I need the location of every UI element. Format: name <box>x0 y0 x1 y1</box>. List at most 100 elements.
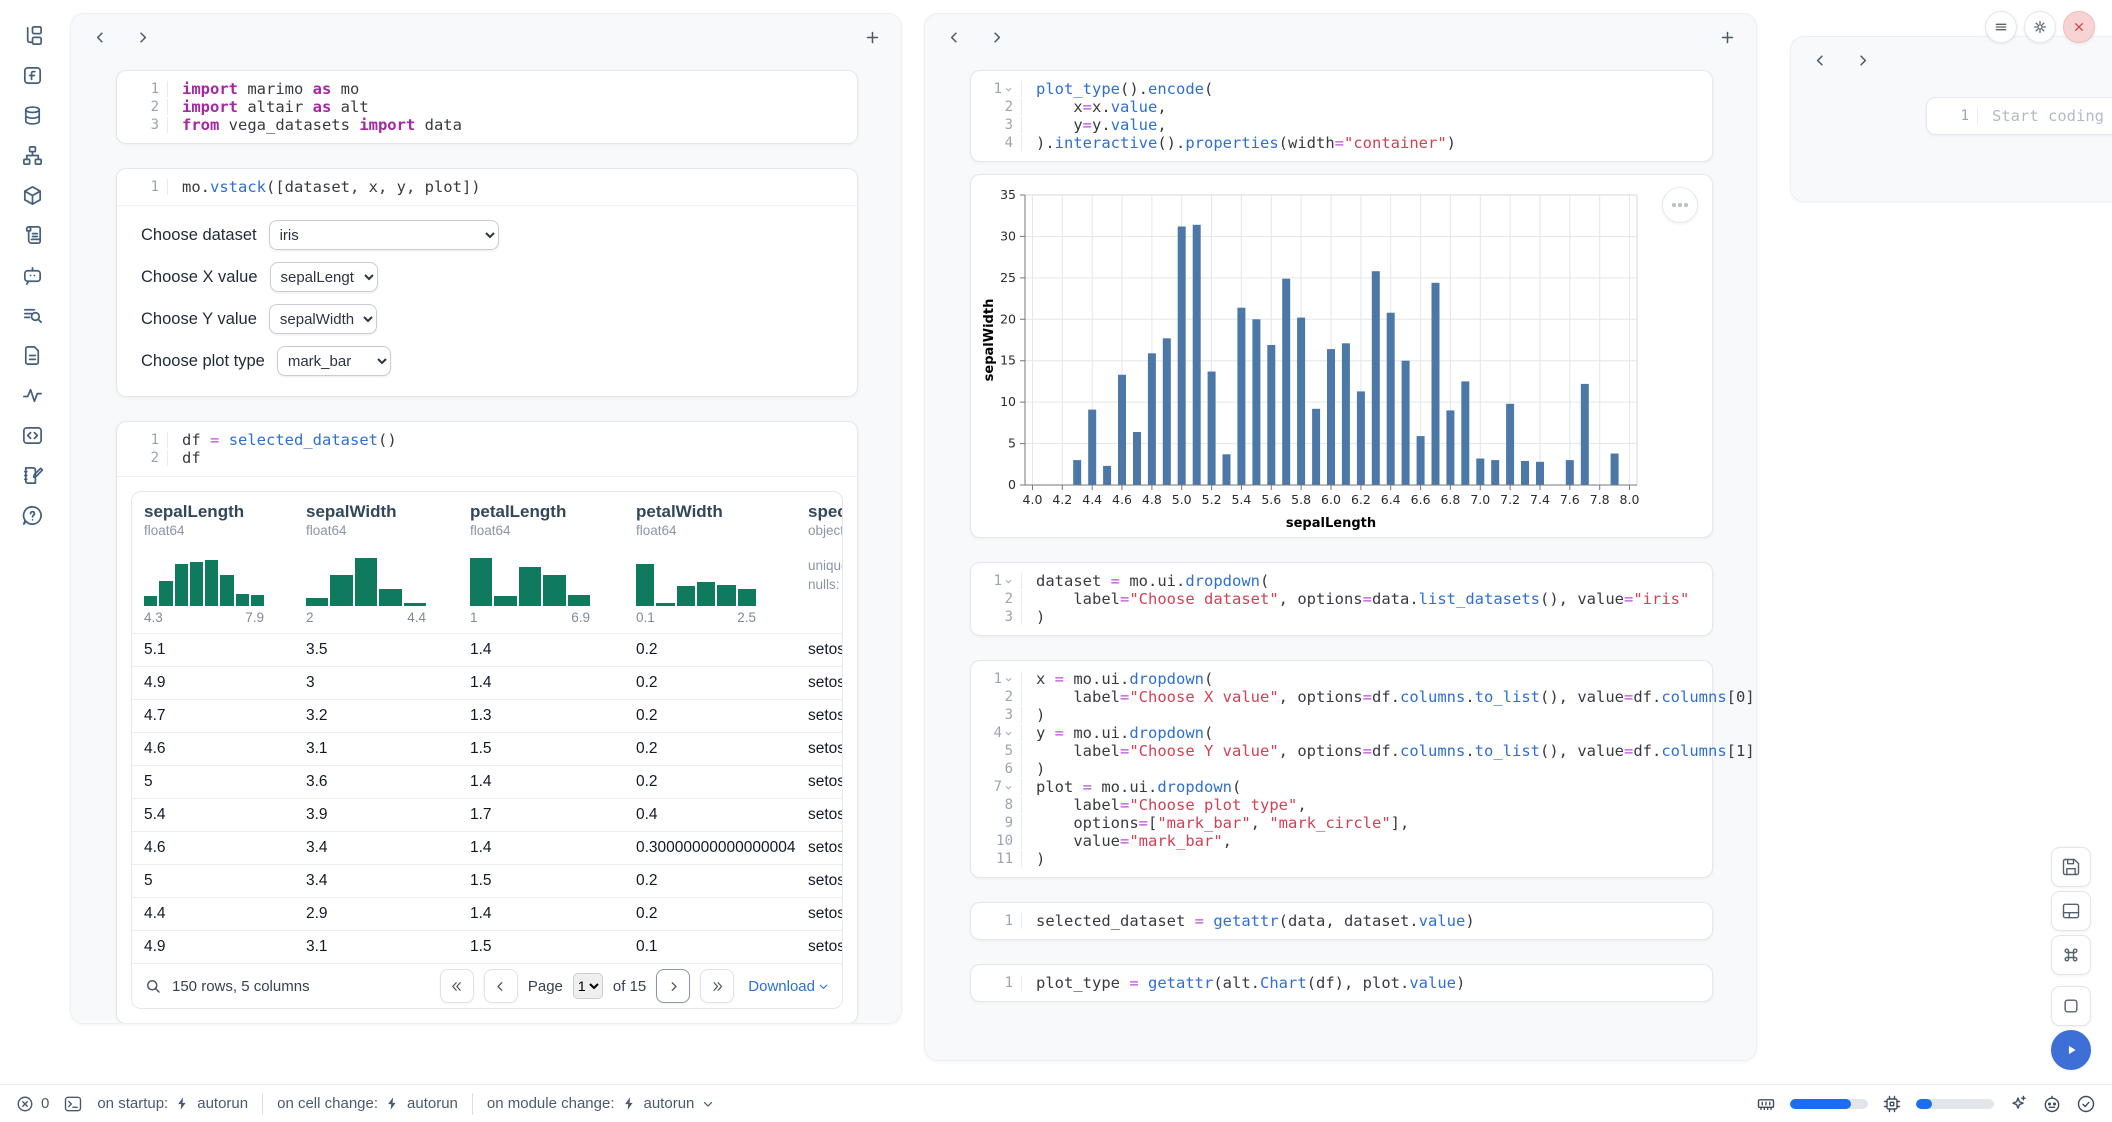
last-page-button[interactable] <box>700 969 734 1003</box>
histogram-range: 4.37.9 <box>144 610 264 625</box>
search-list-icon[interactable] <box>19 302 45 328</box>
table-cell: 1.5 <box>458 938 624 956</box>
code-text: mo.vstack([dataset, x, y, plot]) <box>182 178 481 196</box>
table-row[interactable]: 53.41.50.2setosa <box>132 864 842 897</box>
dataset-dropdown-cell[interactable]: 1dataset = mo.ui.dropdown(2 label="Choos… <box>970 562 1713 636</box>
line-number: 3 <box>117 117 168 133</box>
on-cell-change-toggle[interactable]: on cell change: autorun <box>277 1095 458 1112</box>
svg-text:8.0: 8.0 <box>1620 492 1640 507</box>
column-dtype: float64 <box>470 523 624 538</box>
layout-button[interactable] <box>2051 891 2091 931</box>
code-line: 1dataset = mo.ui.dropdown( <box>971 572 1712 590</box>
terminal-icon[interactable] <box>63 1094 83 1114</box>
on-module-change-toggle[interactable]: on module change: autorun <box>487 1095 715 1112</box>
svg-text:4.2: 4.2 <box>1052 492 1072 507</box>
table-row[interactable]: 4.931.40.2setosa <box>132 666 842 699</box>
table-cell: 3.6 <box>294 773 458 791</box>
chevron-right-icon[interactable] <box>129 24 155 50</box>
choose-plot-type-select[interactable]: mark_bar <box>277 346 391 376</box>
package-icon[interactable] <box>19 182 45 208</box>
choose-y-value-select[interactable]: sepalWidth <box>269 304 377 334</box>
choose-x-value-select[interactable]: sepalLength <box>270 262 378 292</box>
code-block-icon[interactable] <box>19 422 45 448</box>
help-icon[interactable] <box>19 502 45 528</box>
column-dtype: float64 <box>306 523 458 538</box>
robot-icon[interactable] <box>2042 1094 2062 1114</box>
svg-text:6.0: 6.0 <box>1321 492 1341 507</box>
chevron-left-icon[interactable] <box>941 24 967 50</box>
line-number: 4 <box>971 135 1022 151</box>
next-page-button[interactable] <box>656 969 690 1003</box>
chevron-left-icon[interactable] <box>1807 47 1833 73</box>
settings-button[interactable] <box>2024 11 2056 43</box>
function-icon[interactable] <box>19 62 45 88</box>
notebook-icon[interactable] <box>19 462 45 488</box>
table-row[interactable]: 4.63.11.50.2setosa <box>132 732 842 765</box>
table-row[interactable]: 53.61.40.2setosa <box>132 765 842 798</box>
chart-more-button[interactable] <box>1662 187 1698 223</box>
vstack-cell[interactable]: 1mo.vstack([dataset, x, y, plot]) Choose… <box>116 168 858 397</box>
prev-page-button[interactable] <box>484 969 518 1003</box>
chat-bot-icon[interactable] <box>19 262 45 288</box>
command-button[interactable] <box>2051 935 2091 975</box>
table-row[interactable]: 4.93.11.50.1setosa <box>132 930 842 963</box>
table-row[interactable]: 5.13.51.40.2setosa <box>132 633 842 666</box>
dropdown-row: Choose datasetiris <box>141 220 857 250</box>
script-icon[interactable] <box>19 222 45 248</box>
sparkles-icon[interactable] <box>2008 1094 2028 1114</box>
dataframe-cell[interactable]: 1df = selected_dataset()2df sepalLengthf… <box>116 421 858 1024</box>
table-row[interactable]: 4.42.91.40.2setosa <box>132 897 842 930</box>
empty-code-cell[interactable]: 1 Start coding or generate with AI <box>1926 97 2112 135</box>
table-cell: 3.5 <box>294 641 458 659</box>
error-indicator[interactable]: 0 <box>16 1095 49 1113</box>
search-icon[interactable] <box>144 977 162 995</box>
table-column-header: sepalWidthfloat6424.4 <box>294 492 458 633</box>
first-page-button[interactable] <box>440 969 474 1003</box>
on-startup-toggle[interactable]: on startup: autorun <box>97 1095 248 1112</box>
plot-code-cell[interactable]: 1plot_type().encode(2 x=x.value,3 y=y.va… <box>970 70 1713 162</box>
table-cell: 5.1 <box>132 641 294 659</box>
selected-dataset-cell[interactable]: 1selected_dataset = getattr(data, datase… <box>970 902 1713 940</box>
code-text: plot_type().encode( <box>1036 80 1213 98</box>
table-row[interactable]: 4.63.41.40.30000000000000004setosa <box>132 831 842 864</box>
chevron-right-icon[interactable] <box>1849 47 1875 73</box>
square-button[interactable] <box>2051 986 2091 1026</box>
mind-map-icon[interactable] <box>19 142 45 168</box>
database-icon[interactable] <box>19 102 45 128</box>
code-line: 11) <box>971 850 1712 868</box>
fold-chevron-icon <box>1004 729 1013 738</box>
page-select[interactable]: 1 <box>573 973 603 999</box>
menu-button[interactable] <box>1985 11 2017 43</box>
line-number: 2 <box>971 689 1022 705</box>
connection-check-icon[interactable] <box>2076 1094 2096 1114</box>
chevron-right-icon[interactable] <box>983 24 1009 50</box>
play-button[interactable] <box>2051 1030 2091 1070</box>
activity-icon[interactable] <box>19 382 45 408</box>
code-line: 2import altair as alt <box>117 98 857 116</box>
fold-chevron-icon <box>1004 85 1013 94</box>
plot-type-cell[interactable]: 1plot_type = getattr(alt.Chart(df), plot… <box>970 964 1713 1002</box>
table-cell: 1.4 <box>458 674 624 692</box>
document-icon[interactable] <box>19 342 45 368</box>
download-button[interactable]: Download <box>748 978 830 995</box>
table-row[interactable]: 4.73.21.30.2setosa <box>132 699 842 732</box>
svg-text:35: 35 <box>1000 187 1016 202</box>
close-button[interactable] <box>2063 11 2095 43</box>
chart-output[interactable]: 4.04.24.44.64.85.05.25.45.65.86.06.26.46… <box>970 174 1713 538</box>
table-cell: 1.4 <box>458 839 624 857</box>
svg-text:5.4: 5.4 <box>1231 492 1251 507</box>
xy-plot-dropdowns-cell[interactable]: 1x = mo.ui.dropdown(2 label="Choose X va… <box>970 660 1713 878</box>
chart-svg: 4.04.24.44.64.85.05.25.45.65.86.06.26.46… <box>979 185 1679 535</box>
line-number: 8 <box>971 797 1022 813</box>
table-row[interactable]: 5.43.91.70.4setosa <box>132 798 842 831</box>
choose-dataset-select[interactable]: iris <box>269 220 499 250</box>
chevron-down-icon <box>701 1097 715 1111</box>
code-text: ) <box>1036 706 1045 724</box>
chevron-left-icon[interactable] <box>87 24 113 50</box>
save-button[interactable] <box>2051 847 2091 887</box>
imports-cell[interactable]: 1import marimo as mo2import altair as al… <box>116 70 858 144</box>
add-cell-button[interactable] <box>859 24 885 50</box>
add-cell-button[interactable] <box>1714 24 1740 50</box>
code-text: label="Choose plot type", <box>1036 796 1307 814</box>
file-tree-icon[interactable] <box>19 22 45 48</box>
